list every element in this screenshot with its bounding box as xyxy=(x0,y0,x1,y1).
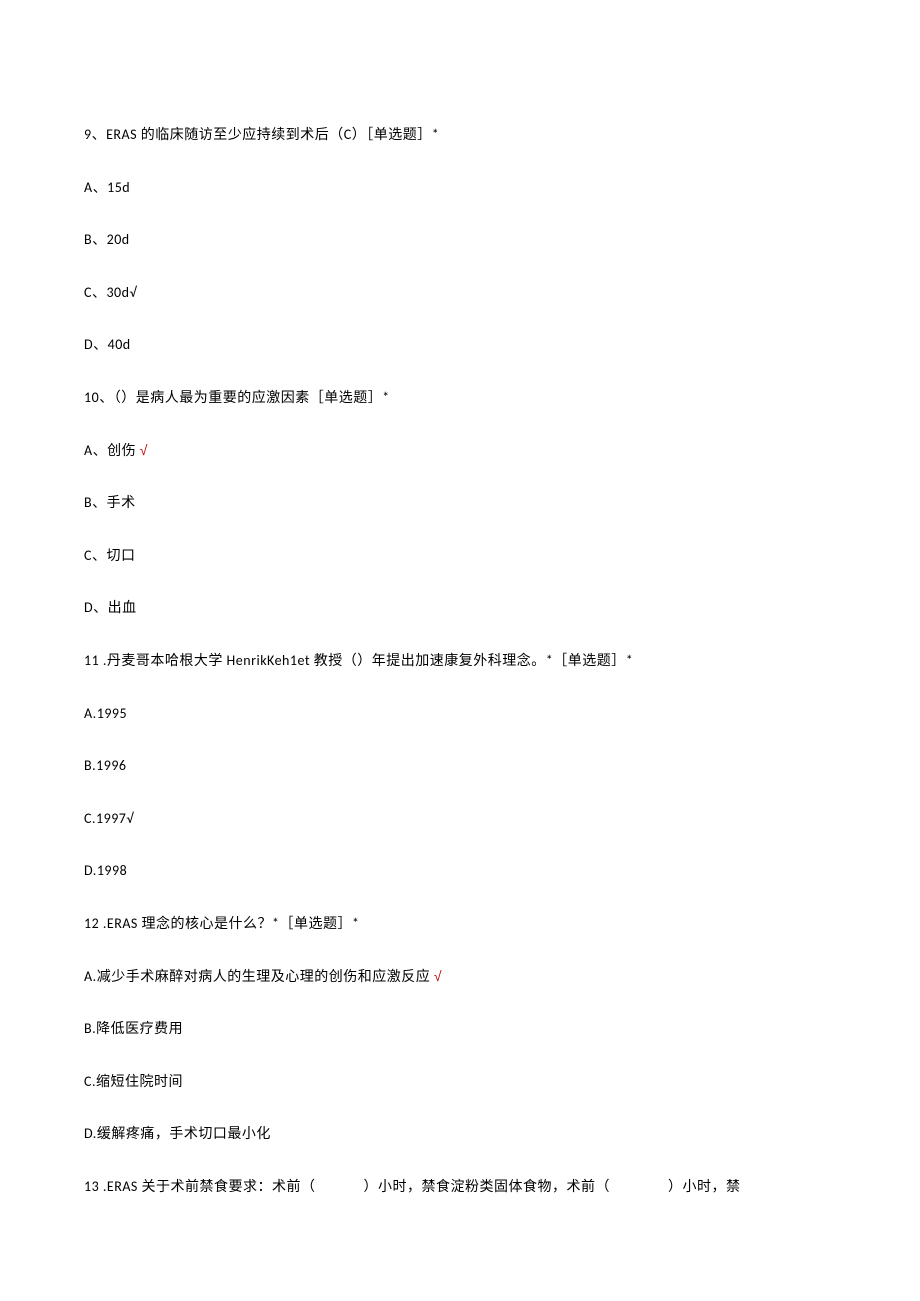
q12-option-b: B.降低医疗费用 xyxy=(84,1019,836,1039)
q10-stem: 10、（）是病人最为重要的应激因素［单选题］* xyxy=(84,388,836,408)
q11-option-c: C.1997√ xyxy=(84,809,836,829)
q10-option-a: A、创伤 √ xyxy=(84,441,836,461)
q11-option-d: D.1998 xyxy=(84,861,836,881)
q12-option-a-text: A.减少手术麻醉对病人的生理及心理的创伤和应激反应 xyxy=(84,968,434,985)
q9-option-b: B、20d xyxy=(84,230,836,250)
q9-stem: 9、ERAS 的临床随访至少应持续到术后（C）［单选题］* xyxy=(84,125,836,145)
q12-stem: 12 .ERAS 理念的核心是什么？*［单选题］* xyxy=(84,914,836,934)
q13-stem: 13 .ERAS 关于术前禁食要求：术前（ ）小时，禁食淀粉类固体食物，术前（ ）小… xyxy=(84,1177,836,1197)
q10-option-a-text: A、创伤 xyxy=(84,442,140,459)
q13-stem-part2: ）小时，禁食淀粉类固体食物，术前（ xyxy=(364,1178,611,1195)
q10-option-b: B、手术 xyxy=(84,493,836,513)
q10-option-d: D、出血 xyxy=(84,598,836,618)
q10-option-c: C、切口 xyxy=(84,546,836,566)
check-mark-icon: √ xyxy=(434,968,442,984)
q11-option-b: B.1996 xyxy=(84,756,836,776)
q9-option-c: C、30d√ xyxy=(84,283,836,303)
document-page: 9、ERAS 的临床随访至少应持续到术后（C）［单选题］* A、15d B、20… xyxy=(0,0,920,1289)
q9-option-d: D、40d xyxy=(84,335,836,355)
q13-stem-part1: 13 .ERAS 关于术前禁食要求：术前（ xyxy=(84,1178,316,1195)
q12-option-d: D.缓解疼痛，手术切口最小化 xyxy=(84,1124,836,1144)
q13-stem-part3: ）小时，禁 xyxy=(668,1178,741,1195)
q11-stem: 11 .丹麦哥本哈根大学 HenrikKeh1et 教授（）年提出加速康复外科理… xyxy=(84,651,836,671)
check-mark-icon: √ xyxy=(140,442,148,458)
q11-option-a: A.1995 xyxy=(84,704,836,724)
q12-option-a: A.减少手术麻醉对病人的生理及心理的创伤和应激反应 √ xyxy=(84,967,836,987)
q9-option-a: A、15d xyxy=(84,178,836,198)
q12-option-c: C.缩短住院时间 xyxy=(84,1072,836,1092)
